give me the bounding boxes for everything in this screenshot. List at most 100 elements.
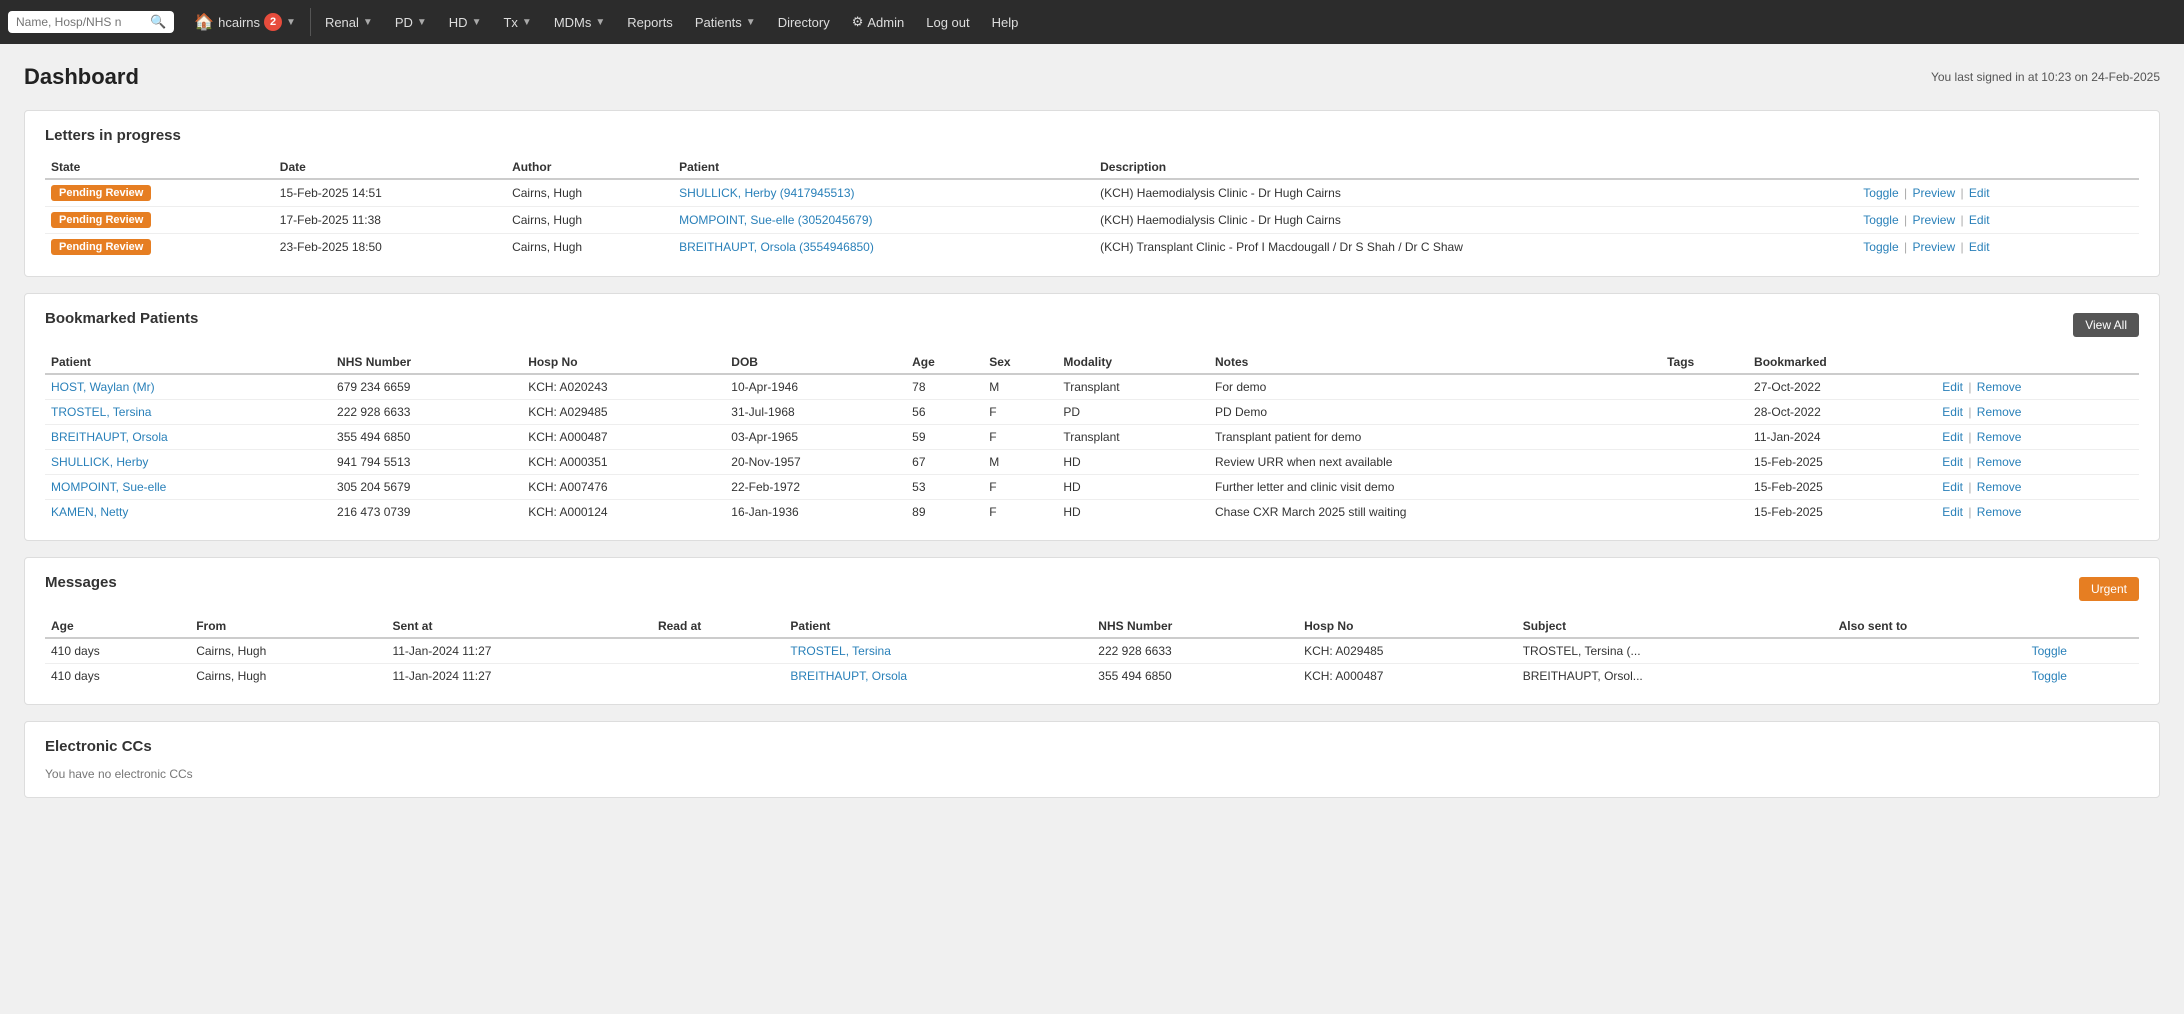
patient-link[interactable]: BREITHAUPT, Orsola (790, 669, 907, 683)
bk-col-nhs: NHS Number (331, 351, 522, 374)
letters-col-actions (1857, 156, 2139, 179)
patient-link[interactable]: TROSTEL, Tersina (790, 644, 890, 658)
nav-tx[interactable]: Tx ▼ (493, 0, 541, 44)
search-input[interactable] (16, 15, 146, 29)
toggle-link[interactable]: Toggle (1863, 213, 1898, 227)
remove-link[interactable]: Remove (1977, 455, 2022, 469)
bk-hosp: KCH: A007476 (522, 475, 725, 500)
urgent-button[interactable]: Urgent (2079, 577, 2139, 601)
nav-patients[interactable]: Patients ▼ (685, 0, 766, 44)
letter-state: Pending Review (45, 179, 274, 207)
msg-patient[interactable]: TROSTEL, Tersina (784, 638, 1092, 664)
edit-link[interactable]: Edit (1942, 430, 1963, 444)
search-icon[interactable]: 🔍 (150, 14, 166, 30)
msg-col-also-sent-to: Also sent to (1833, 615, 2026, 638)
remove-link[interactable]: Remove (1977, 380, 2022, 394)
patient-link[interactable]: MOMPOINT, Sue-elle (51, 480, 166, 494)
nav-pd[interactable]: PD ▼ (385, 0, 437, 44)
search-box: 🔍 (8, 11, 174, 33)
patient-link[interactable]: KAMEN, Netty (51, 505, 128, 519)
edit-link[interactable]: Edit (1942, 455, 1963, 469)
letter-patient[interactable]: SHULLICK, Herby (9417945513) (673, 179, 1094, 207)
preview-link[interactable]: Preview (1912, 186, 1955, 200)
letter-author: Cairns, Hugh (506, 234, 673, 261)
hd-chevron-icon: ▼ (472, 17, 482, 28)
nav-reports[interactable]: Reports (617, 0, 683, 44)
toggle-link[interactable]: Toggle (1863, 240, 1898, 254)
edit-link[interactable]: Edit (1969, 186, 1990, 200)
patient-link[interactable]: BREITHAUPT, Orsola (51, 430, 168, 444)
msg-col-nhs: NHS Number (1092, 615, 1298, 638)
patient-link[interactable]: TROSTEL, Tersina (51, 405, 151, 419)
letter-author: Cairns, Hugh (506, 179, 673, 207)
bk-sex: F (983, 425, 1057, 450)
patient-link[interactable]: BREITHAUPT, Orsola (3554946850) (679, 240, 874, 254)
msg-from: Cairns, Hugh (190, 664, 386, 689)
action-sep-1: | (1904, 213, 1910, 227)
preview-link[interactable]: Preview (1912, 240, 1955, 254)
msg-col-actions (2026, 615, 2139, 638)
pending-badge: Pending Review (51, 239, 151, 255)
nav-hd[interactable]: HD ▼ (439, 0, 492, 44)
letter-patient[interactable]: BREITHAUPT, Orsola (3554946850) (673, 234, 1094, 261)
bk-sex: F (983, 400, 1057, 425)
msg-col-hosp: Hosp No (1298, 615, 1517, 638)
nav-mdms[interactable]: MDMs ▼ (544, 0, 615, 44)
edit-link[interactable]: Edit (1942, 380, 1963, 394)
nav-help[interactable]: Help (982, 0, 1029, 44)
nav-admin[interactable]: ⚙ Admin (842, 0, 915, 44)
nav-reports-label: Reports (627, 15, 673, 30)
msg-patient[interactable]: BREITHAUPT, Orsola (784, 664, 1092, 689)
toggle-link[interactable]: Toggle (2032, 644, 2067, 658)
bk-patient[interactable]: HOST, Waylan (Mr) (45, 374, 331, 400)
msg-col-read-at: Read at (652, 615, 784, 638)
remove-link[interactable]: Remove (1977, 430, 2022, 444)
action-sep: | (1968, 505, 1974, 519)
nav-directory-label: Directory (778, 15, 830, 30)
view-all-button[interactable]: View All (2073, 313, 2139, 337)
bk-patient[interactable]: SHULLICK, Herby (45, 450, 331, 475)
remove-link[interactable]: Remove (1977, 480, 2022, 494)
patient-link[interactable]: SHULLICK, Herby (9417945513) (679, 186, 854, 200)
remove-link[interactable]: Remove (1977, 505, 2022, 519)
patient-link[interactable]: SHULLICK, Herby (51, 455, 148, 469)
msg-col-from: From (190, 615, 386, 638)
letter-patient[interactable]: MOMPOINT, Sue-elle (3052045679) (673, 207, 1094, 234)
bookmarked-section-title: Bookmarked Patients (45, 310, 198, 327)
bk-patient[interactable]: BREITHAUPT, Orsola (45, 425, 331, 450)
bk-patient[interactable]: MOMPOINT, Sue-elle (45, 475, 331, 500)
bk-tags (1661, 475, 1748, 500)
bk-dob: 20-Nov-1957 (725, 450, 906, 475)
letters-col-description: Description (1094, 156, 1857, 179)
bk-age: 59 (906, 425, 983, 450)
remove-link[interactable]: Remove (1977, 405, 2022, 419)
nav-logout[interactable]: Log out (916, 0, 979, 44)
edit-link[interactable]: Edit (1969, 240, 1990, 254)
bk-tags (1661, 374, 1748, 400)
nav-admin-label: Admin (867, 15, 904, 30)
letters-col-author: Author (506, 156, 673, 179)
bk-patient[interactable]: TROSTEL, Tersina (45, 400, 331, 425)
nav-renal[interactable]: Renal ▼ (315, 0, 383, 44)
bk-tags (1661, 500, 1748, 525)
nav-logout-label: Log out (926, 15, 969, 30)
msg-nhs: 222 928 6633 (1092, 638, 1298, 664)
toggle-link[interactable]: Toggle (1863, 186, 1898, 200)
bk-patient[interactable]: KAMEN, Netty (45, 500, 331, 525)
bk-notes: Further letter and clinic visit demo (1209, 475, 1661, 500)
nav-home[interactable]: 🏠 hcairns 2 ▼ (184, 0, 306, 44)
edit-link[interactable]: Edit (1969, 213, 1990, 227)
edit-link[interactable]: Edit (1942, 505, 1963, 519)
edit-link[interactable]: Edit (1942, 480, 1963, 494)
nav-directory[interactable]: Directory (768, 0, 840, 44)
mdms-chevron-icon: ▼ (595, 17, 605, 28)
letter-actions: Toggle | Preview | Edit (1857, 234, 2139, 261)
edit-link[interactable]: Edit (1942, 405, 1963, 419)
bk-age: 53 (906, 475, 983, 500)
preview-link[interactable]: Preview (1912, 213, 1955, 227)
patient-link[interactable]: MOMPOINT, Sue-elle (3052045679) (679, 213, 872, 227)
patient-link[interactable]: HOST, Waylan (Mr) (51, 380, 155, 394)
electronic-ccs-section: Electronic CCs You have no electronic CC… (24, 721, 2160, 798)
bk-actions: Edit | Remove (1936, 425, 2139, 450)
toggle-link[interactable]: Toggle (2032, 669, 2067, 683)
